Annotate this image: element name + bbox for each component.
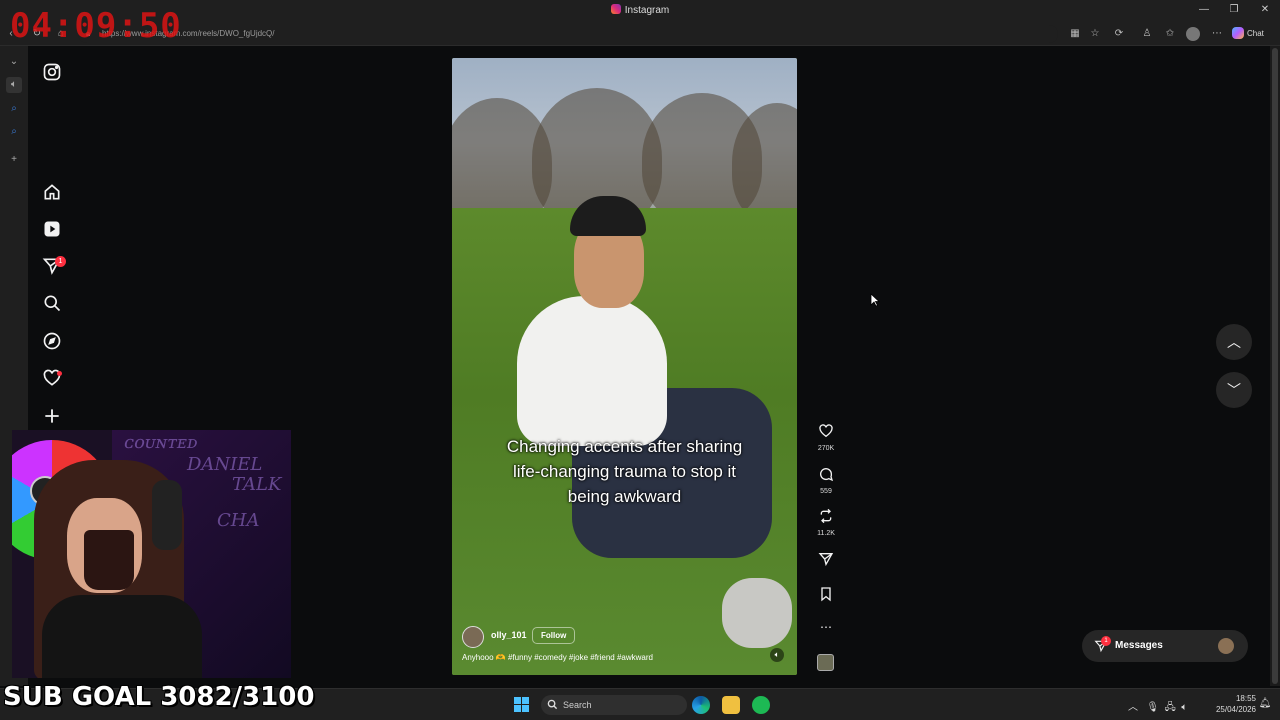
streamer-body [42, 595, 202, 678]
chevron-down-icon: ﹀ [1227, 382, 1241, 398]
profile-avatar[interactable] [1186, 27, 1200, 41]
chat-label: Chat [1247, 29, 1264, 38]
next-reel-button[interactable]: ﹀ [1216, 372, 1252, 408]
create-plus-icon[interactable] [42, 406, 62, 426]
extensions-icon[interactable]: ⟳ [1112, 27, 1126, 41]
like-count: 270K [817, 445, 835, 452]
instagram-favicon-icon [610, 4, 621, 14]
notification-badge: 1 [55, 256, 66, 267]
taskbar-clock[interactable]: 18:55 25/04/2026 [1206, 693, 1256, 715]
share-paper-plane-icon [818, 553, 834, 567]
save-button[interactable] [812, 586, 840, 607]
microphone-icon[interactable]: 🎙︎ [1146, 702, 1159, 713]
comment-count: 559 [820, 488, 832, 495]
heart-icon [819, 424, 833, 438]
url-field[interactable]: 🔒︎ https://www.instagram.com/reels/DWO_f… [78, 25, 1058, 43]
mouse-cursor-icon [870, 293, 880, 307]
reel-description[interactable]: Anyhooo 🫶 #funny #comedy #joke #friend #… [462, 653, 653, 662]
home-nav-icon[interactable] [42, 182, 62, 202]
chevron-down-icon[interactable]: ⌄ [6, 54, 22, 70]
reel-author-avatar[interactable] [462, 626, 484, 648]
follow-button[interactable]: Follow [532, 627, 576, 644]
search-icon [547, 699, 558, 710]
browser-essentials-icon[interactable]: ♙ [1140, 27, 1154, 41]
audio-tab-icon[interactable]: 🔈︎ [6, 77, 22, 93]
volume-icon[interactable]: 🔈︎ [1181, 702, 1187, 713]
network-icon[interactable]: 🖧︎ [1165, 702, 1176, 713]
edge-browser-icon[interactable] [692, 696, 710, 714]
streamer-webcam: ᴄᴏᴜɴᴛᴇᴅ DANIEL TALK CHA [12, 430, 291, 678]
spotify-icon[interactable] [752, 696, 770, 714]
search-tab-icon-2[interactable]: ⌕ [6, 124, 22, 140]
person-shoe [722, 578, 792, 648]
previous-reel-button[interactable]: ︿ [1216, 324, 1252, 360]
stream-timer: 04:09:50 [10, 6, 182, 46]
tray-overflow-icon[interactable]: ︿ [1128, 702, 1138, 713]
restore-icon[interactable]: ❐ [1226, 3, 1242, 17]
close-icon[interactable]: ✕ [1257, 3, 1273, 17]
windows-start-icon[interactable] [514, 697, 530, 713]
notification-bell-icon[interactable]: 🔔︎ [1258, 697, 1272, 711]
more-options-icon[interactable]: ⋯ [812, 620, 840, 634]
messages-avatar [1218, 638, 1234, 654]
reel-caption: Changing accents after sharing life-chan… [506, 437, 743, 506]
address-bar-row: ‹ ↻ ⌂ 🔒︎ https://www.instagram.com/reels… [0, 22, 1280, 46]
page-scrollbar[interactable] [1270, 46, 1280, 686]
copilot-icon [1232, 27, 1244, 39]
instagram-logo-icon[interactable] [42, 62, 62, 82]
scrollbar-thumb[interactable] [1272, 48, 1278, 684]
favorites-icon[interactable]: ✩ [1163, 27, 1177, 41]
drink-mug [84, 530, 134, 590]
file-explorer-icon[interactable] [722, 696, 740, 714]
repost-button[interactable]: 11.2K [812, 508, 840, 537]
audio-thumbnail[interactable] [817, 654, 834, 671]
headset [152, 480, 182, 550]
taskbar-search-placeholder: Search [563, 700, 592, 710]
reels-nav-icon[interactable] [42, 219, 62, 239]
bookmark-icon [821, 587, 831, 602]
repost-icon [820, 508, 832, 524]
more-menu-icon[interactable]: ⋯ [1210, 27, 1224, 41]
mute-icon[interactable]: 🔈︎ [770, 648, 784, 662]
new-tab-icon[interactable]: + [6, 152, 22, 168]
notification-dot [57, 371, 62, 376]
window-title-text: Instagram [624, 5, 670, 16]
explore-compass-icon[interactable] [42, 331, 62, 351]
messages-badge: 1 [1101, 636, 1111, 646]
like-button[interactable]: 270K [812, 423, 840, 452]
system-tray: ︿ 🎙︎ 🖧︎ 🔈︎ [1128, 698, 1187, 717]
messages-label: Messages [1115, 640, 1163, 651]
favorite-star-icon[interactable]: ☆ [1088, 27, 1102, 41]
minimize-icon[interactable]: — [1196, 3, 1212, 17]
sub-goal-banner: SUB GOAL 3082/3100 [3, 682, 315, 712]
window-title: Instagram [0, 4, 1280, 16]
taskbar-search-box[interactable]: Search [541, 695, 687, 715]
clock-time: 18:55 [1235, 694, 1256, 703]
reel-username[interactable]: olly_101 [491, 630, 527, 640]
comment-button[interactable]: 559 [812, 466, 840, 495]
search-tab-icon[interactable]: ⌕ [6, 101, 22, 117]
chevron-up-icon: ︿ [1227, 334, 1241, 350]
comment-bubble-icon [820, 468, 834, 482]
clock-date: 25/04/2026 [1215, 705, 1256, 714]
repost-count: 11.2K [817, 530, 835, 537]
browser-title-bar: Instagram — ❐ ✕ [0, 0, 1280, 22]
share-button[interactable] [812, 551, 840, 572]
search-nav-icon[interactable] [42, 293, 62, 313]
copilot-chat-button[interactable]: Chat [1232, 26, 1276, 42]
reader-view-icon[interactable]: ▦ [1068, 27, 1082, 41]
person-shirt [517, 296, 667, 446]
reel-video[interactable]: Changing accents after sharing life-chan… [452, 58, 797, 675]
